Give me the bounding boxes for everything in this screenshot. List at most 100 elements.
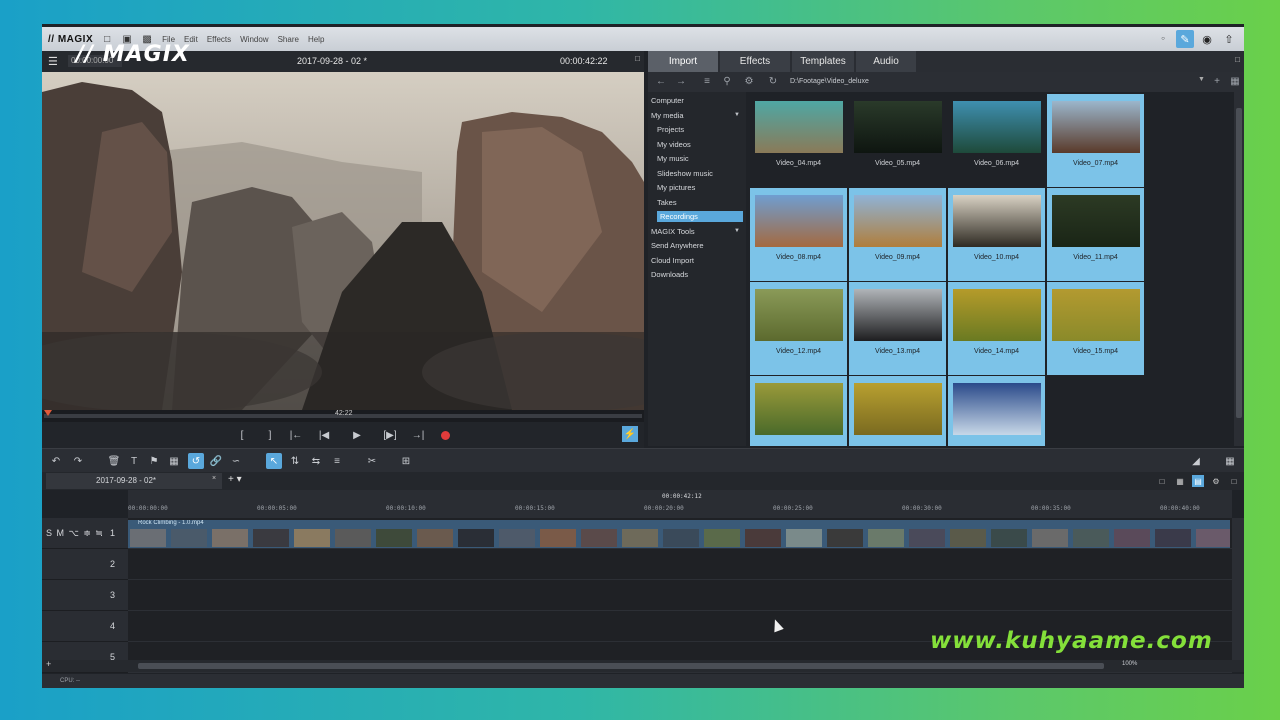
insert-icon[interactable]: ⊞ (398, 453, 414, 469)
tree-item-computer[interactable]: Computer (651, 96, 684, 105)
track-row[interactable] (128, 580, 1232, 611)
unlink-icon[interactable]: ∽ (228, 453, 244, 469)
video-clip[interactable]: Rock Climbing - 1.0.mp4 (128, 520, 1230, 548)
title-icon[interactable]: T (126, 453, 142, 469)
track-row[interactable]: Rock Climbing - 1.0.mp4 (128, 518, 1232, 549)
tree-item-my-media[interactable]: My media (651, 111, 684, 120)
go-to-start-icon[interactable]: |← (288, 428, 304, 442)
link-icon[interactable]: 🔗 (208, 453, 224, 469)
view-storyboard-icon[interactable]: ▦ (1174, 475, 1186, 487)
edit-mode-icon[interactable]: ✎ (1176, 30, 1194, 48)
speaker-icon[interactable]: ◢ (1188, 453, 1204, 469)
menu-help[interactable]: Help (308, 35, 324, 44)
playhead-marker-icon[interactable] (44, 410, 52, 416)
delete-icon[interactable]: 🗑 (106, 453, 122, 469)
ripple-icon[interactable]: ↺ (188, 453, 204, 469)
tree-item-my-videos[interactable]: My videos (657, 140, 691, 149)
media-tile[interactable]: Video_11.mp4 (1047, 188, 1144, 281)
next-marker-icon[interactable]: [▶] (382, 428, 398, 442)
mouse-mode-3-icon[interactable]: ⇆ (308, 453, 324, 469)
mark-in-icon[interactable]: [ (234, 428, 250, 442)
forward-icon[interactable]: → (674, 76, 688, 87)
group-icon[interactable]: ▦ (166, 453, 182, 469)
media-tile[interactable]: Video_10.mp4 (948, 188, 1045, 281)
timeline-horizontal-scrollbar[interactable] (138, 663, 1104, 669)
mouse-mode-2-icon[interactable]: ⇅ (287, 453, 303, 469)
tab-import[interactable]: Import (648, 51, 718, 72)
tree-item-my-pictures[interactable]: My pictures (657, 183, 695, 192)
mouse-mode-4-icon[interactable]: ≡ (329, 453, 345, 469)
media-grid-scrollbar[interactable] (1234, 92, 1244, 446)
undo-icon[interactable]: ↶ (48, 453, 64, 469)
timeline-tab[interactable]: 2017-09-28 - 02* (46, 473, 222, 489)
track-header[interactable]: 3 (42, 580, 128, 611)
zoom-level[interactable]: 100% (1122, 661, 1137, 667)
hamburger-menu-icon[interactable]: ☰ (48, 55, 58, 68)
scrollbar-thumb[interactable] (1236, 108, 1242, 418)
tree-item-downloads[interactable]: Downloads (651, 270, 688, 279)
close-icon[interactable]: □ (1228, 475, 1240, 487)
track-solo-mute-controls[interactable]: S M ⌥ ≑ ≒ (46, 528, 104, 539)
media-tile[interactable]: Video_13.mp4 (849, 282, 946, 375)
close-icon[interactable]: × (212, 475, 216, 482)
folder-tree-icon[interactable]: ≡ (700, 76, 714, 87)
disc-icon[interactable]: ◉ (1198, 30, 1216, 48)
tab-audio[interactable]: Audio (856, 51, 916, 72)
add-icon[interactable]: + (1210, 76, 1224, 87)
view-timeline-icon[interactable]: ▤ (1192, 475, 1204, 487)
timeline-vertical-scrollbar[interactable] (1232, 518, 1244, 668)
view-single-icon[interactable]: □ (1156, 475, 1168, 487)
gear-icon[interactable]: ⚙ (742, 76, 756, 87)
tree-item-magix-tools[interactable]: MAGIX Tools (651, 227, 695, 236)
preview-scrubber[interactable]: 42:22 (42, 410, 644, 422)
grid-view-icon[interactable]: ▦ (1228, 76, 1242, 87)
track-header[interactable]: 2 (42, 549, 128, 580)
media-tile[interactable]: Video_05.mp4 (849, 94, 946, 187)
tab-templates[interactable]: Templates (792, 51, 854, 72)
media-tile[interactable]: Video_04.mp4 (750, 94, 847, 187)
close-icon[interactable]: □ (635, 54, 640, 63)
close-icon[interactable]: □ (1235, 55, 1240, 64)
folder-path[interactable]: D:\Footage\Video_deluxe (790, 76, 1204, 88)
tree-item-slideshow-music[interactable]: Slideshow music (657, 169, 713, 178)
media-tile[interactable]: Video_06.mp4 (948, 94, 1045, 187)
menu-share[interactable]: Share (278, 35, 299, 44)
media-tile[interactable]: Video_12.mp4 (750, 282, 847, 375)
add-track-icon[interactable]: + (46, 659, 51, 669)
menu-window[interactable]: Window (240, 35, 268, 44)
go-to-end-icon[interactable]: →| (410, 428, 426, 442)
mixer-icon[interactable]: ▦ (1222, 453, 1238, 469)
mark-out-icon[interactable]: ] (262, 428, 278, 442)
timeline-ruler[interactable]: 00:00:42:12 00:00:00:00 00:00:05:00 00:00:… (128, 490, 1232, 518)
upload-icon[interactable]: ⇧ (1220, 30, 1238, 48)
play-icon[interactable]: ▶ (349, 428, 365, 442)
menu-effects[interactable]: Effects (207, 35, 231, 44)
media-tile[interactable]: Video_08.mp4 (750, 188, 847, 281)
pointer-icon[interactable]: ↖ (266, 453, 282, 469)
chevron-down-icon[interactable]: ▼ (1198, 76, 1205, 83)
tab-effects[interactable]: Effects (720, 51, 790, 72)
back-icon[interactable]: ← (654, 76, 668, 87)
chevron-down-icon[interactable]: ▼ (734, 228, 740, 234)
search-icon[interactable]: ⚲ (720, 76, 734, 87)
media-tile[interactable]: Video_07.mp4 (1047, 94, 1144, 187)
redo-icon[interactable]: ↷ (70, 453, 86, 469)
chevron-down-icon[interactable]: ▼ (734, 112, 740, 118)
tree-item-send-anywhere[interactable]: Send Anywhere (651, 241, 704, 250)
media-tile[interactable] (750, 376, 847, 446)
add-timeline-icon[interactable]: + ▾ (228, 474, 242, 485)
media-tile[interactable]: Video_09.mp4 (849, 188, 946, 281)
tree-item-takes[interactable]: Takes (657, 198, 677, 207)
record-button[interactable] (437, 428, 453, 442)
track-header[interactable]: 4 (42, 611, 128, 642)
track-header[interactable]: S M ⌥ ≑ ≒ 1 (42, 518, 128, 549)
view-mixer-icon[interactable]: ⚙ (1210, 475, 1222, 487)
tree-item-recordings[interactable]: Recordings (657, 211, 743, 222)
refresh-icon[interactable]: ↻ (766, 76, 780, 87)
cut-icon[interactable]: ✂ (364, 453, 380, 469)
media-tile[interactable]: Video_14.mp4 (948, 282, 1045, 375)
tree-item-my-music[interactable]: My music (657, 154, 689, 163)
video-preview[interactable] (42, 72, 644, 410)
track-row[interactable] (128, 549, 1232, 580)
marker-icon[interactable]: ⚑ (146, 453, 162, 469)
